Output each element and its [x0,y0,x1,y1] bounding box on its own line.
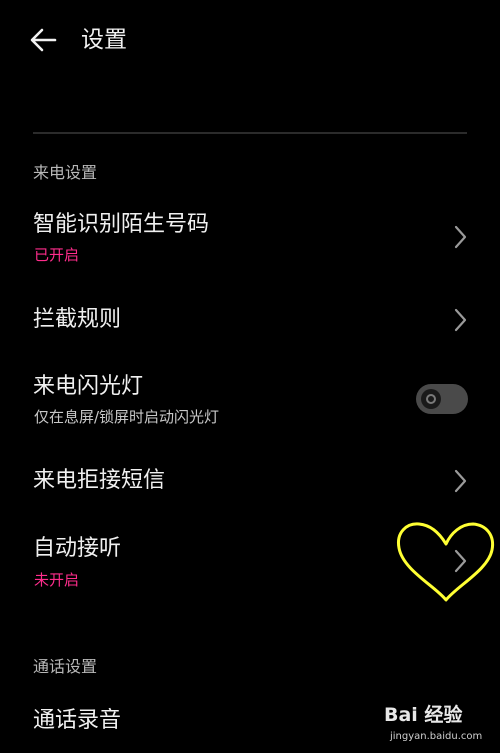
row-description: 仅在息屏/锁屏时启动闪光灯 [34,408,220,426]
chevron-right-icon [450,468,470,494]
row-status: 未开启 [34,571,80,589]
toggle-knob [421,389,441,409]
row-title: 智能识别陌生号码 [33,212,210,237]
page-title: 设置 [81,27,127,53]
top-bar: 设置 [0,0,500,80]
back-arrow-icon[interactable] [28,26,58,54]
row-smart-identify-unknown-number[interactable]: 智能识别陌生号码 已开启 [0,200,500,278]
baidu-watermark: Bai 经验 jingyan.baidu.com [384,700,496,750]
row-title: 拦截规则 [33,307,122,332]
section-title-call-settings: 通话设置 [33,657,98,676]
row-reject-call-sms[interactable]: 来电拒接短信 [0,452,500,512]
header-divider [33,132,467,134]
chevron-right-icon [450,224,470,250]
watermark-url: jingyan.baidu.com [390,731,483,742]
row-title: 自动接听 [33,536,122,561]
row-block-rules[interactable]: 拦截规则 [0,290,500,350]
heart-icon [395,520,497,606]
chevron-right-icon [450,307,470,333]
row-status: 已开启 [34,246,80,264]
flash-toggle-switch[interactable] [416,384,468,414]
row-title: 通话录音 [33,708,122,733]
section-title-incoming-call: 来电设置 [33,163,98,182]
row-title: 来电闪光灯 [33,374,144,399]
row-title: 来电拒接短信 [33,468,166,493]
watermark-text: Bai 经验 [384,704,463,726]
